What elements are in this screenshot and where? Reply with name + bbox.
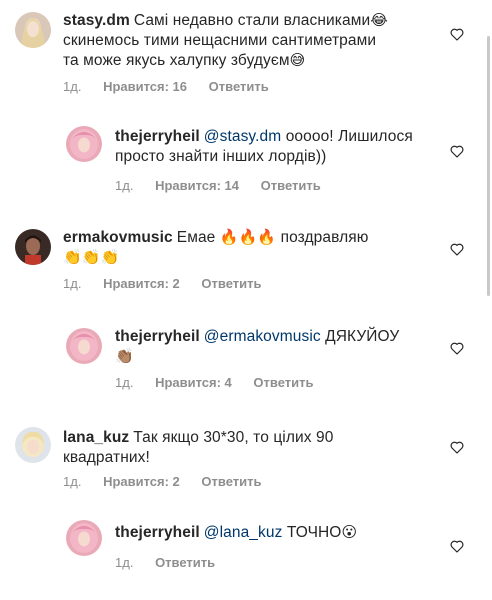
comment-body-line2: квадратних! xyxy=(63,449,150,466)
comment-username[interactable]: thejerryheil xyxy=(115,328,200,345)
heart-icon[interactable] xyxy=(449,340,465,356)
comment-time[interactable]: 1д. xyxy=(115,178,133,193)
avatar[interactable] xyxy=(15,229,51,265)
avatar-image xyxy=(66,520,102,556)
comment-meta: 1д. Нравится: 14 Ответить xyxy=(115,178,339,193)
clap-emoji: 👏👏👏 xyxy=(63,249,120,266)
scrollbar-thumb[interactable] xyxy=(487,36,490,296)
comment-meta: 1д. Нравится: 16 Ответить xyxy=(63,79,287,94)
avatar[interactable] xyxy=(15,427,51,463)
likes-count[interactable]: Нравится: 14 xyxy=(155,178,239,193)
surprised-emoji: 😮 xyxy=(341,524,358,541)
likes-count[interactable]: Нравится: 2 xyxy=(103,474,180,489)
comment-body: Самі недавно стали власниками xyxy=(133,12,371,29)
comment-username[interactable]: lana_kuz xyxy=(63,429,129,446)
mention-link[interactable]: @lana_kuz xyxy=(204,524,283,541)
heart-icon[interactable] xyxy=(449,143,465,159)
avatar[interactable] xyxy=(66,126,102,162)
comment-meta: 1д. Ответить xyxy=(115,555,233,570)
comment-body-2: поздравляю xyxy=(280,229,369,246)
heart-icon[interactable] xyxy=(449,538,465,554)
comment-meta: 1д. Нравится: 2 Ответить xyxy=(63,474,280,489)
avatar-image xyxy=(15,229,51,265)
comment-body: ДЯКУЙОУ xyxy=(325,328,400,345)
comment-time[interactable]: 1д. xyxy=(63,474,81,489)
comment-body: ТОЧНО xyxy=(286,524,342,541)
comment-text: thejerryheil @ermakovmusic ДЯКУЙОУ 👏🏽 xyxy=(115,327,445,367)
comment-body-line3: та може якусь халупку збудуєм xyxy=(63,52,290,69)
avatar-image xyxy=(15,427,51,463)
reply-button[interactable]: Ответить xyxy=(253,375,313,390)
comment-time[interactable]: 1д. xyxy=(63,79,81,94)
heart-icon[interactable] xyxy=(449,439,465,455)
fire-emoji: 🔥🔥🔥 xyxy=(219,229,277,246)
comment-reply-jerryheil-2: thejerryheil @ermakovmusic ДЯКУЙОУ 👏🏽 1д.… xyxy=(0,310,492,405)
comment-username[interactable]: stasy.dm xyxy=(63,12,130,29)
comment-body: Так якщо 30*30, то цілих 90 xyxy=(133,429,334,446)
comment-text: lana_kuz Так якщо 30*30, то цілих 90 квад… xyxy=(63,428,438,468)
comment-text: thejerryheil @lana_kuz ТОЧНО😮 xyxy=(115,523,445,543)
avatar[interactable] xyxy=(66,328,102,364)
reply-button[interactable]: Ответить xyxy=(201,276,261,291)
comment-text: thejerryheil @stasy.dm ооооо! Лишилося пр… xyxy=(115,127,445,167)
comment-reply-jerryheil-3: thejerryheil @lana_kuz ТОЧНО😮 1д. Ответит… xyxy=(0,505,492,600)
clap-emoji: 👏🏽 xyxy=(115,348,134,365)
comment-text: stasy.dm Самі недавно стали власниками😂 с… xyxy=(63,11,438,71)
comment-username[interactable]: thejerryheil xyxy=(115,524,200,541)
reply-button[interactable]: Ответить xyxy=(209,79,269,94)
avatar-image xyxy=(66,328,102,364)
sweat-smile-emoji: 😅 xyxy=(289,52,306,69)
avatar-image xyxy=(15,12,51,48)
avatar[interactable] xyxy=(66,520,102,556)
reply-button[interactable]: Ответить xyxy=(261,178,321,193)
comment-body: ооооо! Лишилося xyxy=(285,128,413,145)
comment-stasy-dm: stasy.dm Самі недавно стали власниками😂 с… xyxy=(0,0,492,110)
comment-body-line2: скинемось тими нещасними сантиметрами xyxy=(63,32,377,49)
comment-text: ermakovmusic Емае 🔥🔥🔥 поздравляю 👏👏👏 xyxy=(63,228,438,268)
comment-username[interactable]: ermakovmusic xyxy=(63,229,173,246)
comment-time[interactable]: 1д. xyxy=(115,555,133,570)
reply-button[interactable]: Ответить xyxy=(201,474,261,489)
comment-reply-jerryheil-1: thejerryheil @stasy.dm ооооо! Лишилося пр… xyxy=(0,110,492,205)
comment-ermakovmusic: ermakovmusic Емае 🔥🔥🔥 поздравляю 👏👏👏 1д. … xyxy=(0,205,492,310)
comment-username[interactable]: thejerryheil xyxy=(115,128,200,145)
comment-lana-kuz: lana_kuz Так якщо 30*30, то цілих 90 квад… xyxy=(0,405,492,505)
comment-time[interactable]: 1д. xyxy=(115,375,133,390)
likes-count[interactable]: Нравится: 16 xyxy=(103,79,187,94)
avatar[interactable] xyxy=(15,12,51,48)
likes-count[interactable]: Нравится: 4 xyxy=(155,375,232,390)
comment-time[interactable]: 1д. xyxy=(63,276,81,291)
comment-body: Емае xyxy=(176,229,216,246)
laugh-emoji: 😂 xyxy=(370,12,388,29)
heart-icon[interactable] xyxy=(449,241,465,257)
comment-body-line2: просто знайти інших лордів)) xyxy=(115,148,327,165)
mention-link[interactable]: @stasy.dm xyxy=(204,128,282,145)
likes-count[interactable]: Нравится: 2 xyxy=(103,276,180,291)
reply-button[interactable]: Ответить xyxy=(155,555,215,570)
comment-meta: 1д. Нравится: 4 Ответить xyxy=(115,375,332,390)
mention-link[interactable]: @ermakovmusic xyxy=(204,328,321,345)
heart-icon[interactable] xyxy=(449,26,465,42)
avatar-image xyxy=(66,126,102,162)
comment-meta: 1д. Нравится: 2 Ответить xyxy=(63,276,280,291)
